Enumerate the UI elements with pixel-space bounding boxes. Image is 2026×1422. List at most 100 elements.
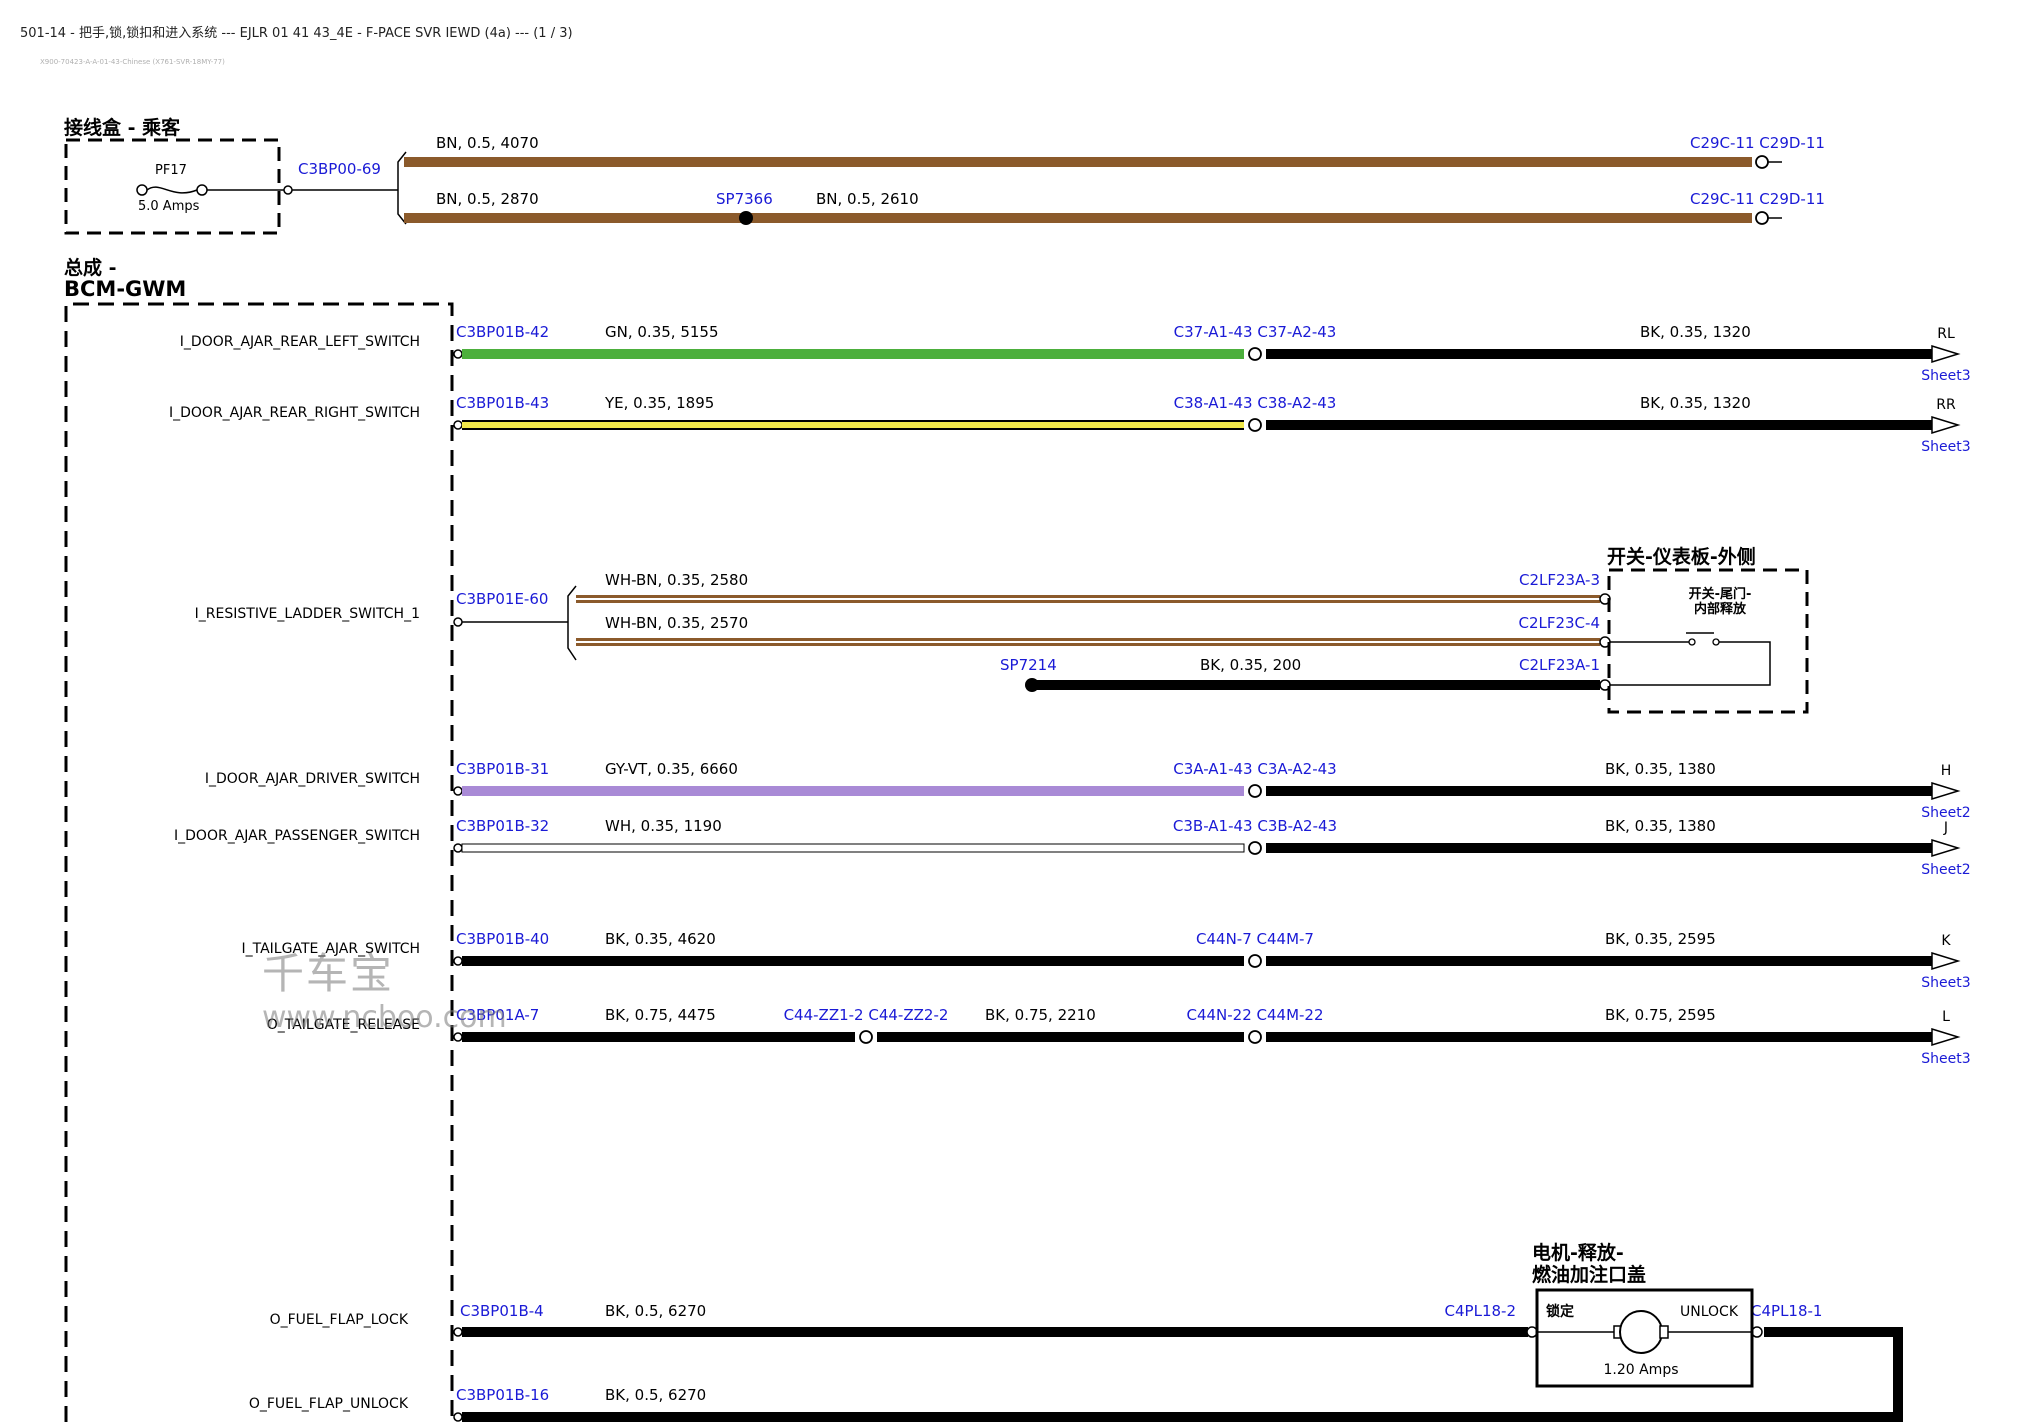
sheet-arrow-icon: [1931, 838, 1961, 858]
connector-label: C3BP00-69: [298, 160, 381, 178]
watermark-url: www.ncboo.com: [262, 1000, 507, 1035]
connector-pin: [283, 185, 293, 195]
sheet-link[interactable]: Sheet3: [1921, 1051, 1970, 1067]
wire-segment: [462, 349, 1244, 359]
connector-pin: [453, 843, 463, 853]
switch-title: 开关-仪表板-外侧: [1607, 545, 1756, 568]
wire-segment: [462, 422, 1244, 428]
splice-point: [739, 211, 753, 225]
sheet-link[interactable]: Sheet3: [1921, 975, 1970, 991]
wiring-diagram: 接线盒 - 乘客 PF17 5.0 Amps C3BP00-69 BN, 0.5…: [64, 116, 1971, 1422]
connector-pin: [1248, 418, 1262, 432]
wire-spec: WH, 0.35, 1190: [605, 817, 722, 835]
signal-name: I_DOOR_AJAR_PASSENGER_SWITCH: [174, 828, 420, 844]
sheet-link[interactable]: Sheet3: [1921, 368, 1970, 384]
connector-pin: [1248, 784, 1262, 798]
wire-spec: BK, 0.35, 1320: [1640, 394, 1751, 412]
sheet-link[interactable]: Sheet3: [1921, 439, 1970, 455]
fuse-icon: [136, 184, 208, 196]
wire-spec: BN, 0.5, 2610: [816, 190, 919, 208]
connector-label: C3B-A1-43 C3B-A2-43: [1173, 817, 1337, 835]
wire-spec: BN, 0.5, 4070: [436, 134, 539, 152]
connector-label: C2LF23A-3: [1519, 571, 1600, 589]
connector-label: C38-A1-43 C38-A2-43: [1174, 394, 1337, 412]
bcm-title-prefix: 总成 -: [64, 256, 117, 279]
wire-segment: [1266, 420, 1932, 430]
junction-split-brace: [386, 151, 407, 225]
signal-name: I_DOOR_AJAR_REAR_LEFT_SWITCH: [180, 334, 420, 350]
connector-label: C44N-22 C44M-22: [1186, 1006, 1323, 1024]
wire-segment: [462, 786, 1244, 796]
pin-label: C3BP01B-43: [456, 394, 549, 412]
wire-segment: [462, 956, 1244, 966]
off-sheet-code: L: [1942, 1009, 1950, 1025]
connector-pin: [453, 349, 463, 359]
connector-label: C37-A1-43 C37-A2-43: [1174, 323, 1337, 341]
wire-bn-2870: [404, 213, 1752, 223]
wire-bk-2210: [877, 1032, 1244, 1042]
wire-spec: YE, 0.35, 1895: [604, 394, 714, 412]
signal-name: O_FUEL_FLAP_UNLOCK: [249, 1396, 409, 1412]
wire-spec: BK, 0.35, 1380: [1605, 817, 1716, 835]
motor-title: 电机-释放-: [1532, 1241, 1624, 1264]
connector-label: C4PL18-1: [1751, 1302, 1822, 1320]
wire-bn-4070: [404, 157, 1752, 167]
wire-spec: GN, 0.35, 5155: [605, 323, 719, 341]
pin-label: C3BP01B-16: [456, 1386, 549, 1404]
connector-pin: [859, 1030, 873, 1044]
junction-box-title: 接线盒 - 乘客: [64, 116, 181, 139]
sheet-arrow-icon: [1931, 415, 1961, 435]
pin-label: C3BP01B-40: [456, 930, 549, 948]
pin-label: C3BP01B-42: [456, 323, 549, 341]
fuse-rating: 5.0 Amps: [138, 199, 200, 214]
connector-pin: [453, 617, 463, 627]
off-sheet-code: J: [1943, 820, 1948, 836]
wire-spec: BK, 0.75, 4475: [605, 1006, 716, 1024]
sheet-arrow-icon: [1931, 344, 1961, 364]
wire-bk-4475: [462, 1032, 855, 1042]
bcm-outline: [64, 302, 454, 1422]
connector-pin: [453, 786, 463, 796]
splice-label: SP7366: [716, 190, 773, 208]
sheet-arrow-icon: [1931, 781, 1961, 801]
wire-bk-lock: [462, 1327, 1528, 1337]
off-sheet-code: RL: [1937, 326, 1955, 342]
connector-label: C44-ZZ1-2 C44-ZZ2-2: [784, 1006, 949, 1024]
connector-label: C2LF23A-1: [1519, 656, 1600, 674]
off-sheet-code: K: [1941, 933, 1951, 949]
connector-label: C2LF23C-4: [1518, 614, 1600, 632]
pin-label: C3BP01B-4: [460, 1302, 544, 1320]
sheet-link[interactable]: Sheet2: [1921, 862, 1970, 878]
motor-rating: 1.20 Amps: [1603, 1362, 1678, 1378]
wire-spec: BK, 0.35, 2595: [1605, 930, 1716, 948]
connector-label: C44N-7 C44M-7: [1196, 930, 1314, 948]
wire-spec: WH-BN, 0.35, 2570: [605, 614, 748, 632]
wire-segment: [1266, 349, 1932, 359]
connector-pin: [453, 420, 463, 430]
switch-inner-label: 开关-尾门-: [1689, 586, 1752, 602]
sheet-link[interactable]: Sheet2: [1921, 805, 1970, 821]
wire-bk-2595: [1266, 1032, 1932, 1042]
connector-pin: [453, 1412, 463, 1422]
connector-label: C3A-A1-43 C3A-A2-43: [1173, 760, 1336, 778]
splice-point: [1025, 678, 1039, 692]
wire-segment: [1266, 843, 1932, 853]
connector-pin: [1248, 347, 1262, 361]
splice-label: SP7214: [1000, 656, 1057, 674]
wire-spec: WH-BN, 0.35, 2580: [605, 571, 748, 589]
motor-title: 燃油加注口盖: [1532, 1263, 1646, 1286]
wire-bk-200: [1032, 680, 1600, 690]
motor-unlock-label: UNLOCK: [1680, 1304, 1739, 1320]
connector-pin: [453, 956, 463, 966]
wire-spec: BK, 0.75, 2210: [985, 1006, 1096, 1024]
connector-pin: [1755, 155, 1769, 169]
pin-label: C3BP01B-31: [456, 760, 549, 778]
wire-spec: BK, 0.35, 1380: [1605, 760, 1716, 778]
connector-pin: [1248, 841, 1262, 855]
motor-lock-label: 锁定: [1546, 1303, 1574, 1320]
switch-inner-label: 内部释放: [1694, 601, 1747, 617]
connector-label: C29C-11 C29D-11: [1690, 134, 1825, 152]
wire-spec: BK, 0.5, 6270: [605, 1386, 706, 1404]
wire-segment: [1266, 786, 1932, 796]
sheet-arrow-icon: [1931, 1027, 1961, 1047]
